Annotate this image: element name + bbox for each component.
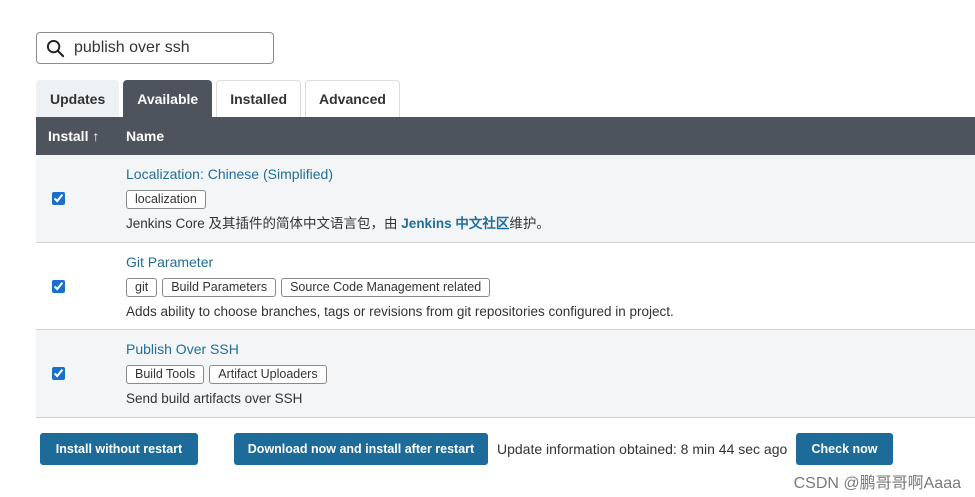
check-now-button[interactable]: Check now <box>796 433 893 465</box>
plugin-description: Jenkins Core 及其插件的简体中文语言包，由 Jenkins 中文社区… <box>126 215 550 232</box>
plugin-manager-page: Updates Available Installed Advanced Ins… <box>0 0 975 497</box>
install-cell <box>36 155 126 242</box>
install-cell <box>36 330 126 417</box>
plugin-description: Adds ability to choose branches, tags or… <box>126 304 674 319</box>
table-row: Publish Over SSH Build Tools Artifact Up… <box>36 330 975 418</box>
plugin-description: Send build artifacts over SSH <box>126 391 303 406</box>
update-info-text: Update information obtained: 8 min 44 se… <box>497 441 788 457</box>
plugin-labels: Build Tools Artifact Uploaders <box>126 365 332 384</box>
search-icon <box>46 38 66 58</box>
plugin-labels: localization <box>126 190 550 209</box>
table-row: Localization: Chinese (Simplified) local… <box>36 155 975 243</box>
table-row: Git Parameter git Build Parameters Sourc… <box>36 243 975 330</box>
name-column-header[interactable]: Name <box>126 128 164 144</box>
plugin-label[interactable]: Artifact Uploaders <box>209 365 327 384</box>
plugin-info: Publish Over SSH Build Tools Artifact Up… <box>126 330 332 417</box>
plugin-table: Install ↑ Name Localization: Chinese (Si… <box>36 117 975 418</box>
install-checkbox[interactable] <box>52 279 65 293</box>
tab-updates[interactable]: Updates <box>36 80 120 117</box>
search-box[interactable] <box>36 32 274 64</box>
plugin-label[interactable]: Build Parameters <box>162 278 277 297</box>
tab-available[interactable]: Available <box>123 80 213 117</box>
install-checkbox[interactable] <box>52 367 65 380</box>
plugin-label[interactable]: git <box>126 278 158 297</box>
plugin-label[interactable]: localization <box>126 190 206 209</box>
tab-advanced[interactable]: Advanced <box>305 80 400 117</box>
description-text: 维护。 <box>509 216 550 231</box>
watermark: CSDN @鹏哥哥啊Aaaa <box>793 475 961 492</box>
search-input[interactable] <box>74 39 264 57</box>
plugin-label[interactable]: Build Tools <box>126 365 205 384</box>
install-cell <box>36 243 126 329</box>
community-link[interactable]: Jenkins 中文社区 <box>401 216 509 231</box>
install-checkbox[interactable] <box>52 192 65 205</box>
table-header: Install ↑ Name <box>36 117 975 155</box>
plugin-name-link[interactable]: Localization: Chinese (Simplified) <box>126 166 550 183</box>
plugin-name-link[interactable]: Publish Over SSH <box>126 341 332 358</box>
plugin-label[interactable]: Source Code Management related <box>281 278 491 297</box>
plugin-info: Localization: Chinese (Simplified) local… <box>126 155 550 242</box>
plugin-tabs: Updates Available Installed Advanced <box>36 80 404 117</box>
description-text: Jenkins Core 及其插件的简体中文语言包，由 <box>126 216 402 231</box>
plugin-labels: git Build Parameters Source Code Managem… <box>126 278 674 297</box>
install-column-header[interactable]: Install ↑ <box>36 128 126 144</box>
install-without-restart-button[interactable]: Install without restart <box>40 433 198 465</box>
plugin-name-link[interactable]: Git Parameter <box>126 254 674 271</box>
download-install-after-restart-button[interactable]: Download now and install after restart <box>234 433 488 465</box>
tab-installed[interactable]: Installed <box>216 80 301 117</box>
plugin-info: Git Parameter git Build Parameters Sourc… <box>126 243 674 329</box>
